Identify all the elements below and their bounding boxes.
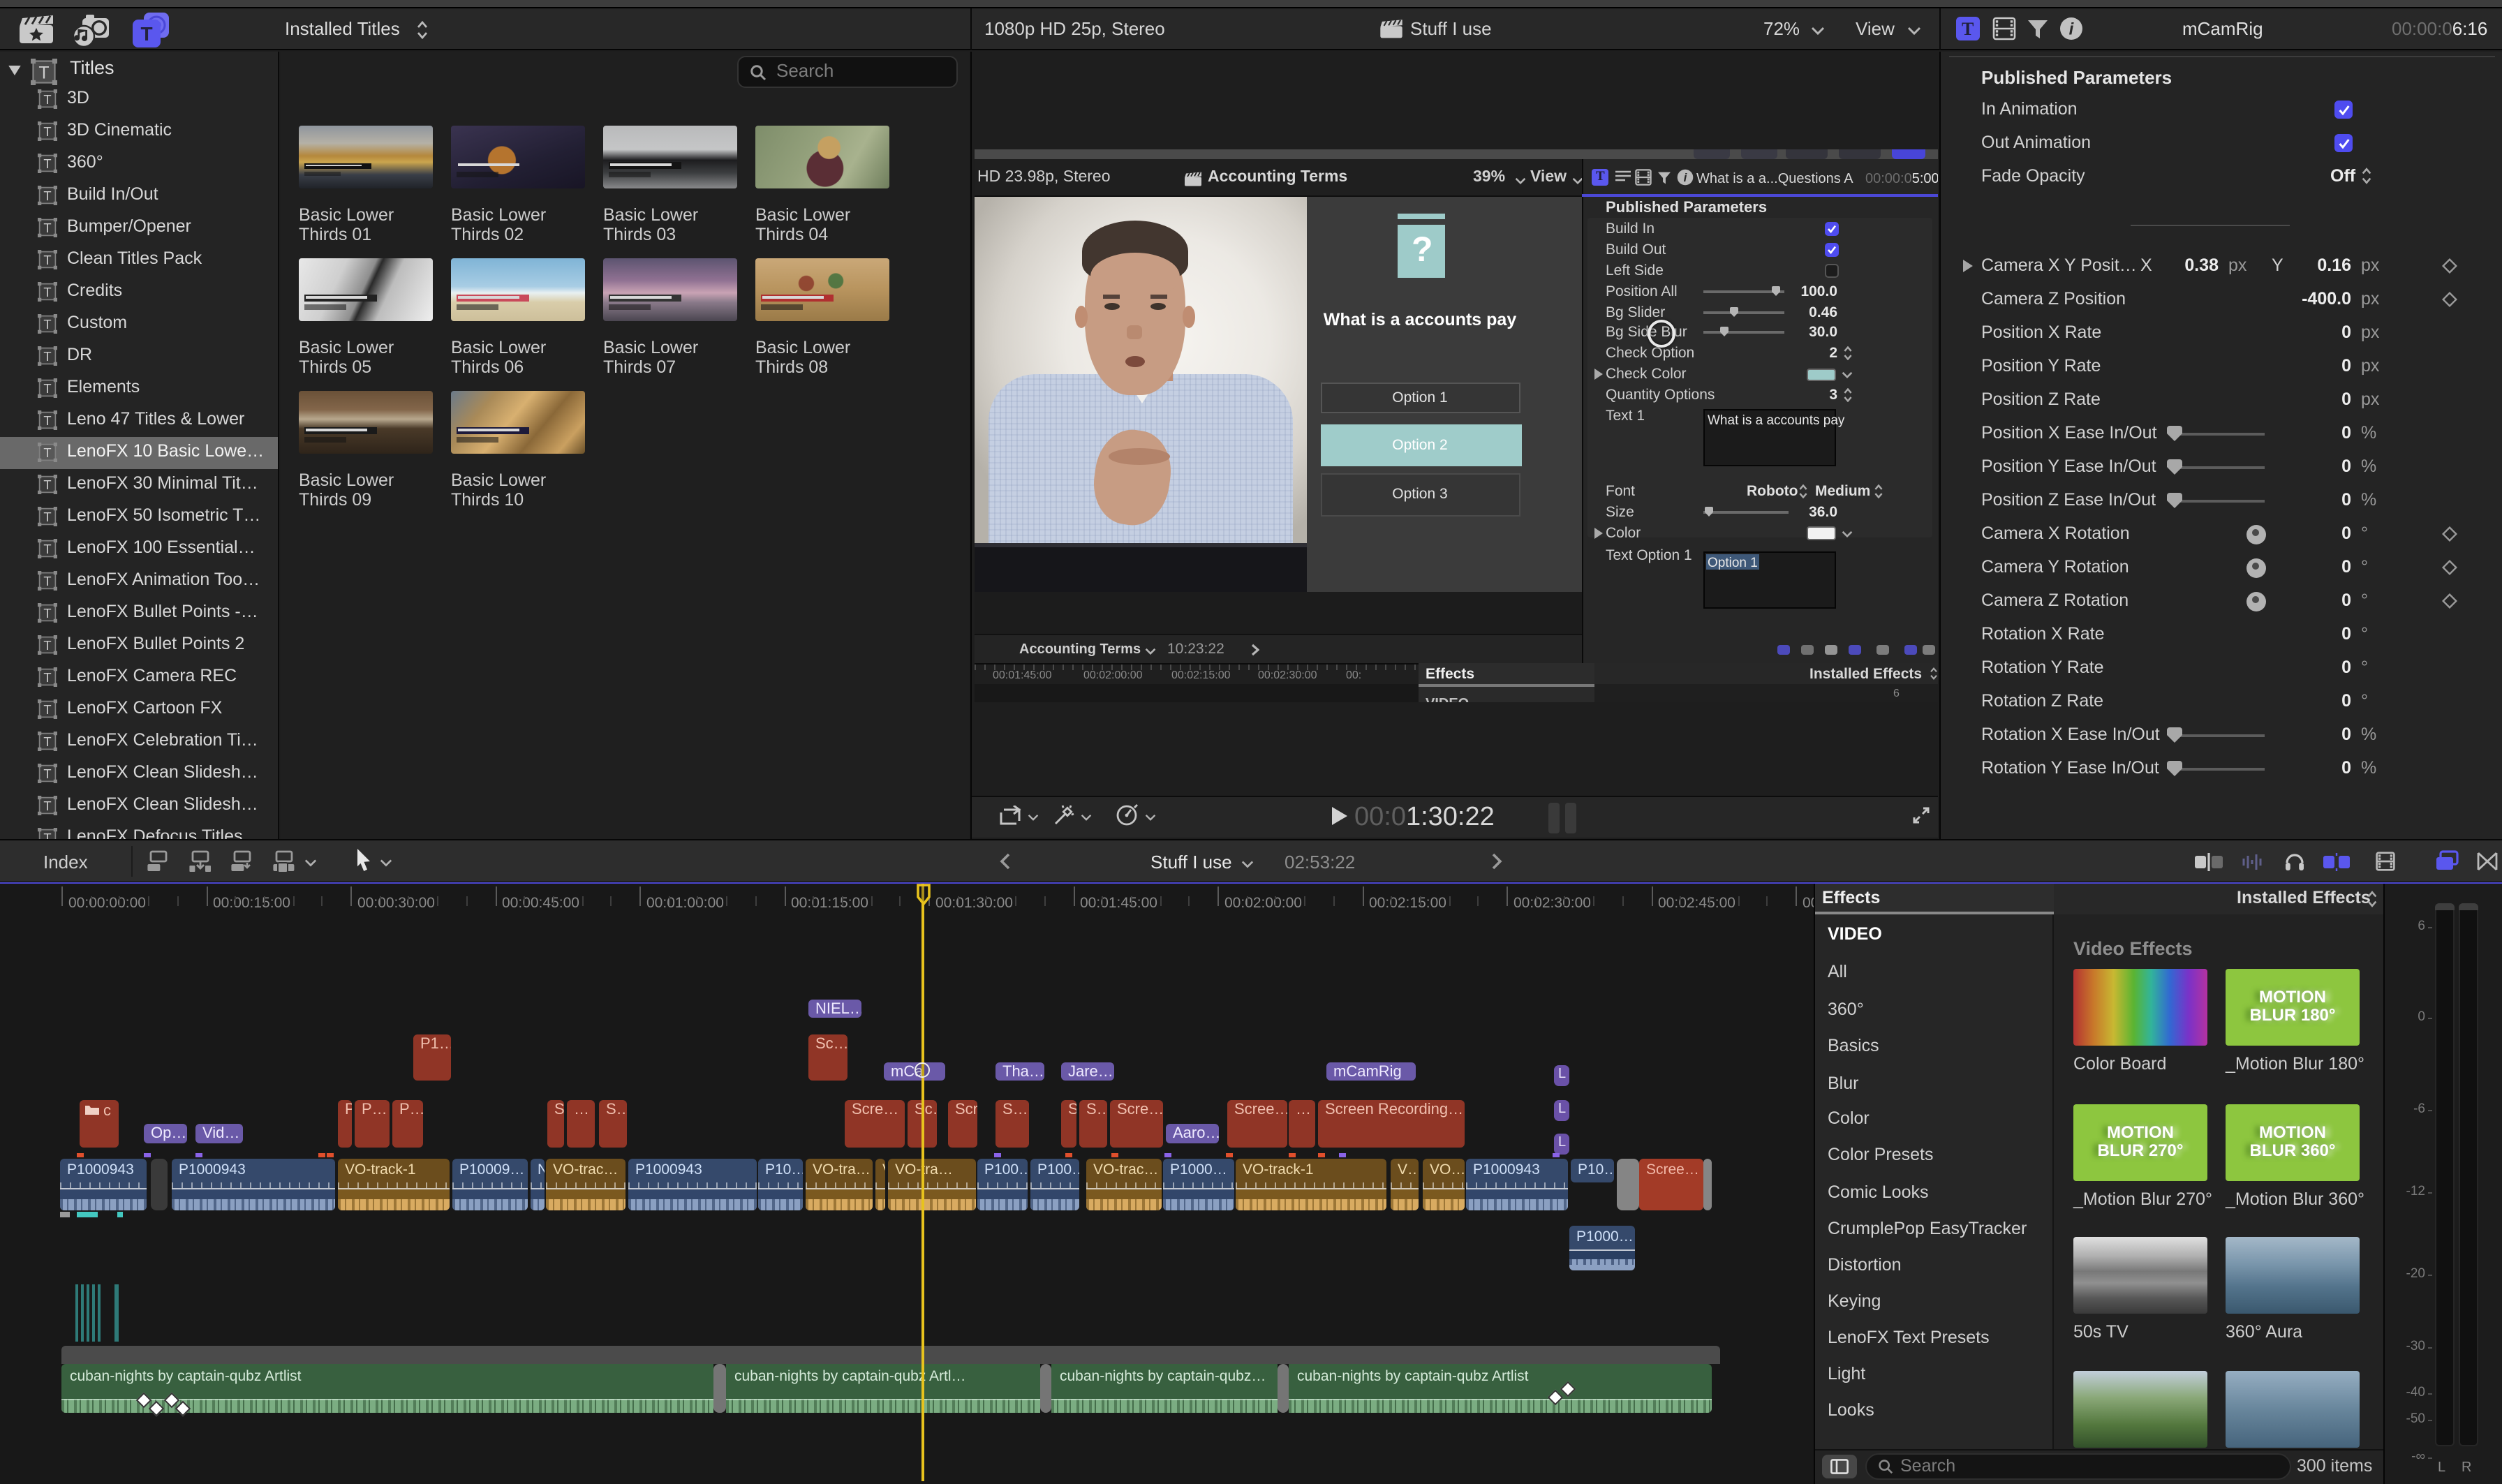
svg-text:T: T [43, 606, 51, 621]
svg-text:T: T [43, 124, 51, 139]
svg-text:T: T [43, 188, 51, 203]
svg-text:T: T [43, 734, 51, 749]
svg-text:T: T [43, 381, 51, 396]
svg-text:T: T [140, 23, 152, 45]
svg-text:T: T [43, 445, 51, 460]
svg-text:T: T [43, 413, 51, 428]
svg-text:T: T [43, 221, 51, 235]
svg-text:T: T [43, 831, 51, 839]
svg-text:T: T [38, 64, 49, 83]
svg-text:T: T [43, 477, 51, 492]
svg-text:T: T [43, 702, 51, 717]
svg-text:T: T [43, 799, 51, 813]
svg-text:T: T [43, 542, 51, 556]
svg-text:T: T [43, 253, 51, 267]
svg-text:T: T [43, 766, 51, 781]
svg-text:T: T [43, 510, 51, 524]
svg-text:T: T [43, 285, 51, 299]
svg-text:T: T [43, 92, 51, 107]
svg-text:T: T [43, 574, 51, 588]
svg-text:T: T [43, 317, 51, 332]
svg-text:T: T [43, 156, 51, 171]
svg-text:i: i [1684, 171, 1687, 184]
svg-text:T: T [43, 638, 51, 653]
svg-text:T: T [43, 670, 51, 685]
svg-text:T: T [43, 349, 51, 364]
